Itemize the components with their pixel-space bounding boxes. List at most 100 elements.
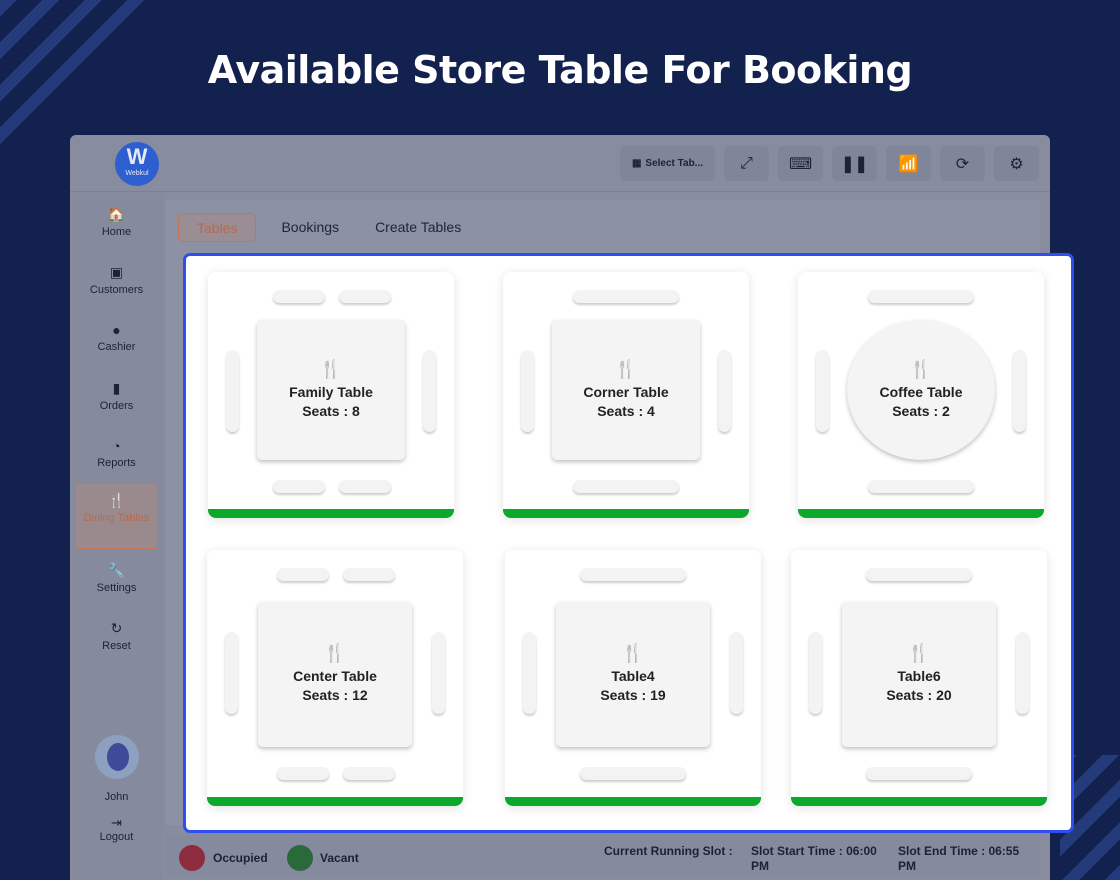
chair — [573, 480, 679, 493]
table-card[interactable]: 🍴 Coffee Table Seats : 2 — [798, 272, 1044, 518]
dining-table: 🍴 Center Table Seats : 12 — [258, 602, 412, 747]
vacant-legend-dot — [287, 845, 313, 871]
settings-button[interactable]: ⚙ — [994, 146, 1039, 181]
dining-table: 🍴 Corner Table Seats : 4 — [552, 320, 700, 460]
table-card[interactable]: 🍴 Center Table Seats : 12 — [207, 550, 463, 806]
utensils-icon: 🍴 — [614, 358, 638, 379]
table-name: Center Table — [293, 668, 377, 684]
chair — [868, 480, 974, 493]
chair — [339, 480, 391, 493]
sidebar-item-reset[interactable]: ↻ Reset — [70, 607, 163, 665]
table-card[interactable]: 🍴 Family Table Seats : 8 — [208, 272, 454, 518]
chair — [718, 350, 731, 432]
logout-icon: ⇥ — [111, 815, 122, 830]
fullscreen-button[interactable]: ⤢ — [724, 146, 769, 181]
chair — [277, 568, 329, 581]
chair — [225, 632, 238, 714]
tab-create-tables[interactable]: Create Tables — [357, 213, 479, 242]
user-icon: ● — [112, 322, 121, 338]
chair — [273, 480, 325, 493]
sidebar-item-settings[interactable]: 🔧 Settings — [70, 549, 163, 607]
avatar[interactable] — [94, 735, 139, 779]
occupied-legend-dot — [179, 845, 205, 871]
utensils-icon: 🍴 — [107, 492, 126, 508]
qr-icon: ▦ — [631, 158, 642, 169]
dining-table: 🍴 Table6 Seats : 20 — [842, 602, 996, 747]
chair — [866, 568, 972, 581]
user-name: John — [104, 791, 129, 803]
chair — [816, 350, 829, 432]
sidebar-item-customers[interactable]: ▣ Customers — [70, 251, 163, 309]
wifi-button[interactable]: 📶 — [886, 146, 931, 181]
chair — [580, 568, 686, 581]
chair — [868, 290, 974, 303]
tab-bookings[interactable]: Bookings — [263, 213, 357, 242]
top-bar: W Webkul ▦ Select Tab... ⤢ ⌨ ❚❚ 📶 ⟳ ⚙ — [70, 135, 1050, 192]
sidebar-item-dining-tables[interactable]: 🍴 Dining Tables — [75, 483, 158, 549]
tab-bar: Tables Bookings Create Tables — [178, 213, 479, 242]
chair — [273, 290, 325, 303]
vacant-status-bar — [208, 509, 454, 518]
table-name: Table4 — [611, 668, 655, 684]
chair — [809, 632, 822, 714]
page-headline: Available Store Table For Booking — [207, 48, 913, 92]
utensils-icon: 🍴 — [907, 643, 931, 663]
occupied-legend-label: Occupied — [213, 851, 268, 865]
vacant-status-bar — [207, 797, 463, 806]
chair — [523, 632, 536, 714]
sidebar-item-reports[interactable]: ◔ Reports — [70, 425, 163, 483]
chair — [277, 767, 329, 780]
dining-table: 🍴 Table4 Seats : 19 — [556, 602, 710, 747]
table-card[interactable]: 🍴 Table4 Seats : 19 — [505, 550, 761, 806]
expand-icon: ⤢ — [740, 154, 753, 172]
file-icon: ▮ — [112, 380, 121, 396]
table-card[interactable]: 🍴 Table6 Seats : 20 — [791, 550, 1047, 806]
keyboard-button[interactable]: ⌨ — [778, 146, 823, 181]
vacant-status-bar — [505, 797, 761, 806]
logout-button[interactable]: ⇥ Logout — [70, 815, 163, 843]
utensils-icon: 🍴 — [909, 358, 933, 379]
table-name: Coffee Table — [879, 383, 963, 400]
dining-table: 🍴 Family Table Seats : 8 — [257, 320, 405, 460]
utensils-icon: 🍴 — [621, 643, 645, 663]
utensils-icon: 🍴 — [323, 643, 347, 663]
chair — [339, 290, 391, 303]
sidebar-item-home[interactable]: 🏠 Home — [70, 193, 163, 251]
table-seats: Seats : 4 — [597, 402, 655, 419]
webkul-logo: W Webkul — [115, 142, 159, 186]
dashboard-icon: ◔ — [112, 438, 121, 454]
table-seats: Seats : 19 — [600, 687, 666, 703]
wifi-icon: 📶 — [898, 155, 919, 173]
vacant-status-bar — [798, 509, 1044, 518]
pause-button[interactable]: ❚❚ — [832, 146, 877, 181]
chair — [226, 350, 239, 432]
tab-tables[interactable]: Tables — [178, 213, 257, 242]
vacant-status-bar — [503, 509, 749, 518]
refresh-icon: ⟳ — [955, 155, 970, 173]
chair — [573, 290, 679, 303]
chair — [580, 767, 686, 780]
sidebar-item-cashier[interactable]: ● Cashier — [70, 309, 163, 367]
table-seats: Seats : 8 — [302, 402, 360, 419]
table-name: Corner Table — [583, 383, 669, 400]
user-section: John ⇥ Logout — [70, 735, 163, 843]
address-book-icon: ▣ — [109, 264, 124, 280]
select-table-button[interactable]: ▦ Select Tab... — [620, 146, 715, 181]
chair — [423, 350, 436, 432]
chair — [343, 568, 395, 581]
table-seats: Seats : 20 — [886, 687, 952, 703]
chair — [343, 767, 395, 780]
sidebar-item-orders[interactable]: ▮ Orders — [70, 367, 163, 425]
home-icon: 🏠 — [107, 206, 126, 222]
chair — [1013, 350, 1026, 432]
chair — [432, 632, 445, 714]
chair — [730, 632, 743, 714]
table-name: Table6 — [897, 668, 941, 684]
table-card[interactable]: 🍴 Corner Table Seats : 4 — [503, 272, 749, 518]
current-slot-label: Current Running Slot : — [604, 844, 733, 858]
chair — [1016, 632, 1029, 714]
utensils-icon: 🍴 — [319, 358, 343, 379]
gear-icon: ⚙ — [1009, 155, 1024, 173]
sync-button[interactable]: ⟳ — [940, 146, 985, 181]
pause-icon: ❚❚ — [841, 155, 868, 173]
